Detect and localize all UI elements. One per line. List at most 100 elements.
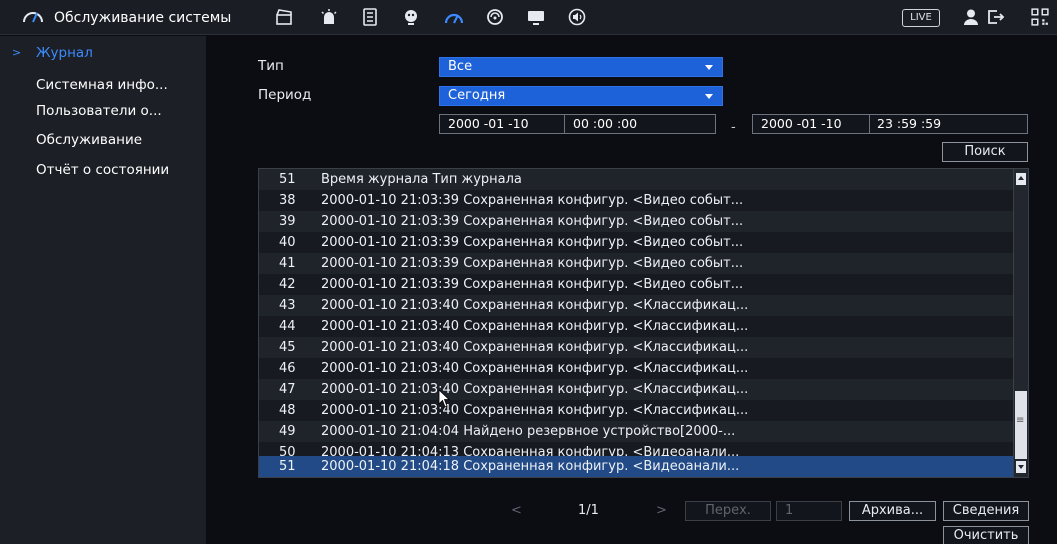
table-row[interactable]: 41 2000-01-10 21:03:39 Сохраненная конфи… <box>259 253 1014 274</box>
row-number: 44 <box>279 319 296 334</box>
start-date[interactable]: 2000 -01 -10 <box>448 115 529 133</box>
monitor-icon[interactable] <box>525 7 547 27</box>
row-text: 2000-01-10 21:04:04 Найдено резервное ус… <box>321 424 736 439</box>
table-row[interactable]: 49 2000-01-10 21:04:04 Найдено резервное… <box>259 421 1014 442</box>
table-row-selected[interactable]: 51 2000-01-10 21:04:18 Сохраненная конфи… <box>259 456 1014 477</box>
row-text: 2000-01-10 21:03:39 Сохраненная конфигур… <box>321 193 744 208</box>
row-text: 2000-01-10 21:03:40 Сохраненная конфигур… <box>321 403 749 418</box>
table-header: 51 Время журнала Тип журнала <box>259 169 1014 190</box>
end-date[interactable]: 2000 -01 -10 <box>761 115 842 133</box>
network-icon[interactable] <box>484 7 506 27</box>
details-button[interactable]: Сведения <box>943 501 1029 521</box>
scroll-thumb[interactable] <box>1015 391 1027 459</box>
field-divider <box>564 115 565 133</box>
row-number: 51 <box>279 459 296 474</box>
archive-button[interactable]: Архива... <box>849 501 936 521</box>
page-indicator: 1/1 <box>578 503 599 518</box>
table-row[interactable]: 46 2000-01-10 21:03:40 Сохраненная конфи… <box>259 358 1014 379</box>
start-time[interactable]: 00 :00 :00 <box>573 115 637 133</box>
row-text: 2000-01-10 21:03:40 Сохраненная конфигур… <box>321 361 749 376</box>
qr-icon[interactable] <box>1030 7 1050 27</box>
row-number: 42 <box>279 277 296 292</box>
row-text: 2000-01-10 21:03:40 Сохраненная конфигур… <box>321 340 749 355</box>
row-text: 2000-01-10 21:03:40 Сохраненная конфигур… <box>321 382 749 397</box>
period-select-value: Сегодня <box>448 88 506 103</box>
field-divider <box>869 115 870 133</box>
period-label: Период <box>258 87 312 103</box>
sidebar-item-log[interactable]: > Журнал <box>0 40 206 66</box>
table-scrollbar[interactable] <box>1013 169 1028 477</box>
user-icon[interactable] <box>960 7 982 27</box>
clapperboard-icon[interactable] <box>273 7 295 27</box>
page-title: Обслуживание системы <box>54 10 232 26</box>
audio-icon[interactable] <box>566 7 588 27</box>
sidebar-item-label: Пользователи о... <box>36 103 162 119</box>
end-time[interactable]: 23 :59 :59 <box>877 115 941 133</box>
header-columns: Время журнала Тип журнала <box>321 172 522 187</box>
period-select[interactable]: Сегодня <box>439 86 723 106</box>
row-number: 45 <box>279 340 296 355</box>
face-icon[interactable] <box>400 7 422 27</box>
chevron-right-icon: > <box>12 46 22 59</box>
row-number: 46 <box>279 361 296 376</box>
table-row[interactable]: 45 2000-01-10 21:03:40 Сохраненная конфи… <box>259 337 1014 358</box>
start-datetime-field[interactable]: 2000 -01 -10 00 :00 :00 <box>439 114 716 134</box>
row-number: 48 <box>279 403 296 418</box>
log-table: 51 Время журнала Тип журнала 38 2000-01-… <box>258 168 1029 478</box>
goto-page-input[interactable]: 1 <box>776 501 842 521</box>
next-page-button[interactable]: > <box>656 503 667 518</box>
sidebar-item-label: Обслуживание <box>36 132 143 148</box>
prev-page-button[interactable]: < <box>511 503 522 518</box>
title-wrap: Обслуживание системы <box>22 8 231 28</box>
row-number: 38 <box>279 193 296 208</box>
chevron-down-icon <box>705 94 713 99</box>
sidebar-item-maintenance[interactable]: Обслуживание <box>0 127 206 153</box>
search-button[interactable]: Поиск <box>942 142 1028 162</box>
goto-button[interactable]: Перех. <box>685 501 771 521</box>
type-label: Тип <box>258 58 284 74</box>
hdd-icon[interactable] <box>359 7 381 27</box>
sidebar-item-label: Отчёт о состоянии <box>36 162 170 178</box>
clear-button[interactable]: Очистить <box>943 526 1029 544</box>
sidebar-item-online-users[interactable]: Пользователи о... <box>0 98 206 124</box>
table-row[interactable]: 38 2000-01-10 21:03:39 Сохраненная конфи… <box>259 190 1014 211</box>
row-text: 2000-01-10 21:03:39 Сохраненная конфигур… <box>321 235 744 250</box>
sidebar: > Журнал Системная инфо... Пользователи … <box>0 36 206 544</box>
row-text: 2000-01-10 21:03:40 Сохраненная конфигур… <box>321 298 749 313</box>
row-text: 2000-01-10 21:04:18 Сохраненная конфигур… <box>321 459 740 474</box>
alarm-light-icon[interactable] <box>318 7 340 27</box>
row-text: 2000-01-10 21:03:39 Сохраненная конфигур… <box>321 277 744 292</box>
table-row[interactable]: 42 2000-01-10 21:03:39 Сохраненная конфи… <box>259 274 1014 295</box>
sidebar-item-status-report[interactable]: Отчёт о состоянии <box>0 157 206 183</box>
type-select-value: Все <box>448 59 473 74</box>
row-number: 43 <box>279 298 296 313</box>
sidebar-item-label: Журнал <box>36 45 93 61</box>
row-number: 49 <box>279 424 296 439</box>
table-row[interactable]: 48 2000-01-10 21:03:40 Сохраненная конфи… <box>259 400 1014 421</box>
top-bar: Обслуживание системы LIVE <box>0 0 1057 35</box>
speed-gauge-icon[interactable] <box>443 7 465 27</box>
sidebar-item-label: Системная инфо... <box>36 77 168 93</box>
range-separator: - <box>731 120 736 135</box>
chevron-down-icon <box>705 65 713 70</box>
type-select[interactable]: Все <box>439 57 723 77</box>
logout-icon[interactable] <box>985 7 1007 27</box>
row-number: 40 <box>279 235 296 250</box>
mouse-cursor-icon <box>438 389 451 408</box>
header-count: 51 <box>279 172 296 187</box>
row-text: 2000-01-10 21:03:39 Сохраненная конфигур… <box>321 214 744 229</box>
table-row[interactable]: 44 2000-01-10 21:03:40 Сохраненная конфи… <box>259 316 1014 337</box>
table-row[interactable]: 39 2000-01-10 21:03:39 Сохраненная конфи… <box>259 211 1014 232</box>
live-button[interactable]: LIVE <box>902 9 940 27</box>
row-text: 2000-01-10 21:03:39 Сохраненная конфигур… <box>321 256 744 271</box>
end-datetime-field[interactable]: 2000 -01 -10 23 :59 :59 <box>752 114 1028 134</box>
row-text: 2000-01-10 21:03:40 Сохраненная конфигур… <box>321 319 749 334</box>
row-number: 39 <box>279 214 296 229</box>
row-number: 47 <box>279 382 296 397</box>
sidebar-item-system-info[interactable]: Системная инфо... <box>0 72 206 98</box>
scroll-up-icon[interactable] <box>1016 173 1026 185</box>
scroll-down-icon[interactable] <box>1016 461 1026 473</box>
table-row[interactable]: 40 2000-01-10 21:03:39 Сохраненная конфи… <box>259 232 1014 253</box>
table-row[interactable]: 43 2000-01-10 21:03:40 Сохраненная конфи… <box>259 295 1014 316</box>
table-row[interactable]: 47 2000-01-10 21:03:40 Сохраненная конфи… <box>259 379 1014 400</box>
